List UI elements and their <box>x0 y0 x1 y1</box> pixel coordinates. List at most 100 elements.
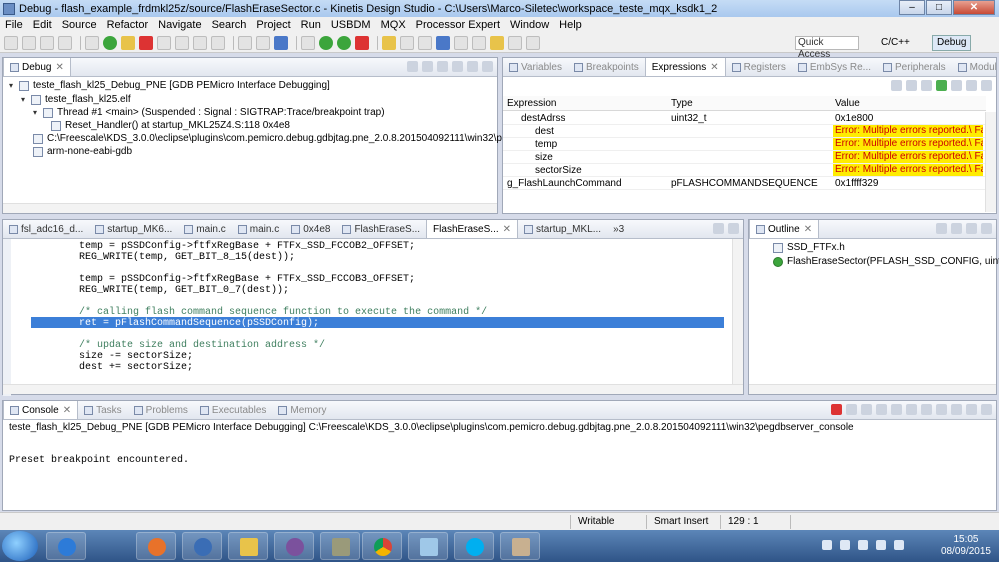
external-tools-icon[interactable] <box>355 35 369 50</box>
taskbar-ie[interactable] <box>46 532 86 560</box>
taskbar-skype[interactable] <box>454 532 494 560</box>
code-line[interactable]: temp = pSSDConfig->ftfxRegBase + FTFx_SS… <box>31 274 415 285</box>
tab-fsl-adc16[interactable]: fsl_adc16_d... <box>3 220 89 238</box>
remove-all-icon[interactable] <box>861 404 872 415</box>
tab-startup-mkl[interactable]: startup_MKL... <box>518 220 607 238</box>
remove-expression-icon[interactable] <box>951 80 962 91</box>
stack-frame-tree-item[interactable]: Reset_Handler() at startup_MKL25Z4.S:118… <box>51 120 290 131</box>
skip-breakpoints-icon[interactable] <box>85 35 99 50</box>
table-row[interactable]: size Error: Multiple errors reported.\ F… <box>503 151 986 164</box>
outline-item[interactable]: FlashEraseSector(PFLASH_SSD_CONFIG, uint… <box>773 256 999 267</box>
remove-launch-icon[interactable] <box>846 404 857 415</box>
close-icon[interactable]: ✕ <box>804 224 812 235</box>
horizontal-scrollbar[interactable] <box>749 384 996 394</box>
table-row[interactable]: temp Error: Multiple errors reported.\ F… <box>503 138 986 151</box>
tab-variables[interactable]: Variables <box>503 58 568 76</box>
toggle-mark-icon[interactable] <box>418 35 432 50</box>
taskbar-firefox[interactable] <box>136 532 176 560</box>
step-into-icon[interactable] <box>175 35 189 50</box>
highlight-icon[interactable] <box>436 35 450 50</box>
new-icon[interactable] <box>4 35 18 50</box>
volume-icon[interactable] <box>894 540 904 550</box>
suspend-icon[interactable] <box>121 35 135 50</box>
tab-outline[interactable]: Outline ✕ <box>749 220 820 238</box>
run-icon[interactable] <box>337 35 351 50</box>
tab-embsys[interactable]: EmbSys Re... <box>792 58 877 76</box>
elf-tree-item[interactable]: ▾ teste_flash_kl25.elf <box>21 94 131 105</box>
taskbar-viber[interactable] <box>274 532 314 560</box>
hide-static-icon[interactable] <box>966 223 977 234</box>
tab-tasks[interactable]: Tasks <box>78 401 128 419</box>
menu-processor-expert[interactable]: Processor Expert <box>411 19 505 31</box>
taskbar-notepad[interactable] <box>408 532 448 560</box>
more-tabs-button[interactable]: »3 <box>607 220 630 238</box>
gdbserver-tree-item[interactable]: C:\Freescale\KDS_3.0.0\eclipse\plugins\c… <box>33 133 568 144</box>
tab-main-c-1[interactable]: main.c <box>178 220 231 238</box>
taskbar-explorer[interactable] <box>228 532 268 560</box>
tab-executables[interactable]: Executables <box>194 401 272 419</box>
launch-tree-item[interactable]: ▾ teste_flash_kl25_Debug_PNE [GDB PEMicro… <box>9 80 330 91</box>
search-icon[interactable] <box>400 35 414 50</box>
close-icon[interactable]: ✕ <box>710 62 718 73</box>
tab-breakpoints[interactable]: Breakpoints <box>568 58 645 76</box>
tab-expressions[interactable]: Expressions ✕ <box>644 58 726 76</box>
taskbar-clock[interactable]: 15:05 08/09/2015 <box>941 534 991 558</box>
open-type-icon[interactable] <box>382 35 396 50</box>
terminate-icon[interactable] <box>139 35 153 50</box>
current-code-line[interactable]: ret = pFlashCommandSequence(pSSDConfig); <box>31 318 319 329</box>
column-value[interactable]: Value <box>835 98 860 109</box>
remove-terminated-icon[interactable] <box>407 61 418 72</box>
print-icon[interactable] <box>58 35 72 50</box>
tab-main-c-2[interactable]: main.c <box>232 220 285 238</box>
view-menu-icon[interactable] <box>981 80 992 91</box>
gdb-tree-item[interactable]: arm-none-eabi-gdb <box>33 146 132 157</box>
code-line[interactable]: REG_WRITE(temp, GET_BIT_0_7(dest)); <box>31 285 289 296</box>
tray-expand-icon[interactable] <box>822 540 832 550</box>
instruction-stepping-icon[interactable] <box>437 61 448 72</box>
debug-config-icon[interactable] <box>274 35 288 50</box>
collapse-all-icon[interactable] <box>921 80 932 91</box>
display-console-icon[interactable] <box>951 404 962 415</box>
taskbar-kds[interactable] <box>500 532 540 560</box>
menu-mqx[interactable]: MQX <box>376 19 411 31</box>
next-annotation-icon[interactable] <box>454 35 468 50</box>
collapse-icon[interactable]: ▾ <box>21 95 29 104</box>
add-expression-icon[interactable] <box>936 80 947 91</box>
tab-problems[interactable]: Problems <box>128 401 194 419</box>
minimize-view-icon[interactable] <box>467 61 478 72</box>
vertical-scrollbar[interactable] <box>985 112 996 212</box>
debug-icon[interactable] <box>319 35 333 50</box>
maximize-view-icon[interactable] <box>728 223 739 234</box>
tab-debug[interactable]: Debug ✕ <box>3 58 71 76</box>
table-row[interactable]: sectorSize Error: Multiple errors report… <box>503 164 986 177</box>
minimize-view-icon[interactable] <box>713 223 724 234</box>
menu-help[interactable]: Help <box>554 19 587 31</box>
tab-peripherals[interactable]: Peripherals <box>877 58 952 76</box>
taskbar-chrome[interactable] <box>362 532 402 560</box>
resume-icon[interactable] <box>103 35 117 50</box>
view-menu-icon[interactable] <box>981 404 992 415</box>
table-row[interactable]: g_FlashLaunchCommand pFLASHCOMMANDSEQUEN… <box>503 177 986 190</box>
taskbar-app[interactable] <box>320 532 360 560</box>
menu-project[interactable]: Project <box>251 19 295 31</box>
code-line[interactable]: REG_WRITE(temp, GET_BIT_8_15(dest)); <box>31 252 295 263</box>
tray-icon[interactable] <box>840 540 850 550</box>
step-over-icon[interactable] <box>193 35 207 50</box>
scroll-lock-icon[interactable] <box>891 404 902 415</box>
maximize-button[interactable]: □ <box>926 0 952 15</box>
vertical-scrollbar[interactable] <box>732 239 743 384</box>
instruction-stepping-icon[interactable] <box>238 35 252 50</box>
close-button[interactable]: ✕ <box>953 0 995 15</box>
menu-search[interactable]: Search <box>207 19 252 31</box>
taskbar-thunderbird[interactable] <box>182 532 222 560</box>
menu-refactor[interactable]: Refactor <box>102 19 154 31</box>
sort-icon[interactable] <box>936 223 947 234</box>
thread-tree-item[interactable]: ▾ Thread #1 <main> (Suspended : Signal : … <box>33 107 385 118</box>
collapse-icon[interactable]: ▾ <box>9 81 17 90</box>
menu-usbdm[interactable]: USBDM <box>326 19 376 31</box>
flag-icon[interactable] <box>876 540 886 550</box>
tab-flasherase-2[interactable]: FlashEraseS... ✕ <box>426 220 519 238</box>
disconnect-icon[interactable] <box>157 35 171 50</box>
code-line[interactable]: /* update size and destination address *… <box>31 340 325 351</box>
tab-startup-mk6[interactable]: startup_MK6... <box>89 220 178 238</box>
